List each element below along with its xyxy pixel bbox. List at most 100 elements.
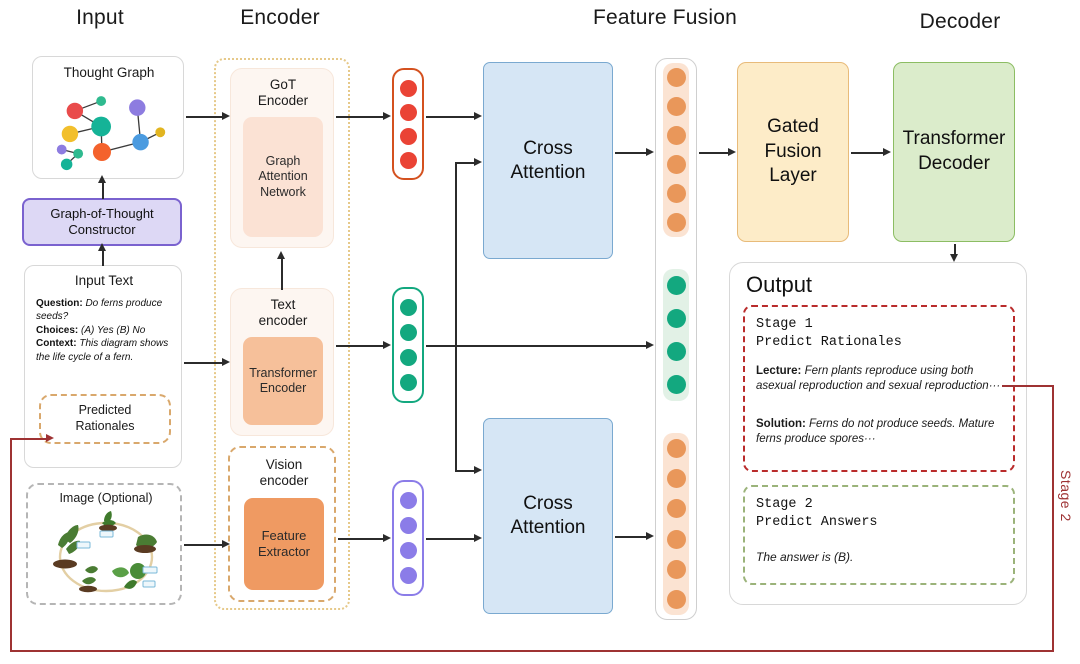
image-optional-title: Image (Optional): [59, 491, 153, 505]
arrowhead-right: [383, 340, 391, 349]
arrow-gotencoder-tokens: [336, 116, 386, 118]
fused-dot: [666, 276, 686, 295]
fused-dot: [666, 438, 686, 458]
arrowhead-right: [383, 111, 391, 120]
transformer-encoder: Transformer Encoder: [243, 337, 323, 425]
header-decoder: Decoder: [919, 10, 1001, 33]
token-dot: [399, 151, 417, 169]
arrow-visiontokens-ca-bottom: [426, 538, 476, 540]
arrowhead-right: [883, 147, 891, 156]
input-text-title: Input Text: [74, 273, 134, 288]
token-dot: [399, 542, 417, 559]
arrow-inputtext-textencoder: [184, 362, 224, 364]
token-dot: [399, 349, 417, 366]
fused-segment-got: [663, 63, 689, 237]
stage1-heading: Stage 1 Predict Rationales: [756, 317, 902, 351]
fused-token-column: [655, 58, 697, 620]
arrowhead-right: [222, 539, 230, 548]
fused-dot: [666, 375, 686, 394]
arrow-texttokens-fusion: [426, 345, 650, 347]
fused-dot: [666, 97, 686, 116]
vision-tokens: [392, 480, 424, 596]
arrow-textencoder-tokens: [336, 345, 386, 347]
question-label: Question:: [36, 298, 83, 309]
arrowhead-right: [222, 357, 230, 366]
fused-dot: [666, 529, 686, 549]
input-text-body: Question: Do ferns produce seeds? Choice…: [36, 297, 174, 364]
vision-encoder-title: Vision encoder: [259, 457, 309, 489]
fused-dot: [666, 559, 686, 579]
context-label: Context:: [36, 338, 77, 350]
text-encoder-title: Text encoder: [258, 297, 308, 329]
token-dot: [399, 79, 417, 97]
fused-dot: [666, 155, 686, 174]
stage2-heading: Stage 2 Predict Answers: [756, 497, 878, 531]
feedback-line-right: [1052, 385, 1054, 652]
arrowhead-right: [474, 465, 482, 474]
token-dot: [399, 324, 417, 341]
arrow-texttokens-downriser: [455, 345, 457, 470]
fused-dot: [666, 68, 686, 87]
vision-encoder-box: Vision encoder Feature Extractor: [228, 446, 336, 602]
fused-dot: [666, 342, 686, 361]
arrowhead-right: [728, 147, 736, 156]
graph-of-thought-constructor[interactable]: Graph-of-Thought Constructor: [22, 198, 182, 246]
header-feature-fusion: Feature Fusion: [592, 6, 738, 29]
thought-graph-svg: [56, 96, 166, 171]
arrowhead-right: [646, 340, 654, 349]
fused-dot: [666, 468, 686, 488]
arrow-texttokens-ca-top: [455, 162, 476, 164]
fused-segment-vision: [663, 433, 689, 615]
choices-value: (A) Yes (B) No: [78, 324, 146, 336]
arrow-texttokens-riser: [455, 162, 457, 346]
arrow-fusion-gfl: [699, 152, 731, 154]
stage2-answer: The answer is (B).: [756, 550, 853, 566]
arrowhead-right: [222, 111, 230, 120]
token-dot: [399, 374, 417, 391]
cross-attention-top[interactable]: Cross Attention: [483, 62, 613, 259]
feedback-line-to-rationales: [10, 438, 50, 440]
token-dot: [399, 127, 417, 145]
cross-attention-bottom[interactable]: Cross Attention: [483, 418, 613, 614]
arrow-visionencoder-tokens: [338, 538, 386, 540]
stage1-box: Stage 1 Predict Rationales Lecture: Fern…: [743, 305, 1015, 472]
token-dot: [399, 567, 417, 584]
got-tokens: [392, 68, 424, 180]
arrow-inputtext-constructor: [102, 250, 104, 266]
feedback-arrowhead: [46, 433, 54, 442]
feedback-line-bottom: [10, 650, 1054, 652]
arrowhead-right: [474, 157, 482, 166]
fused-dot: [666, 184, 686, 203]
fused-dot: [666, 590, 686, 610]
fused-dot: [666, 213, 686, 232]
fused-dot: [666, 126, 686, 145]
output-title: Output: [746, 272, 813, 297]
transformer-decoder[interactable]: Transformer Decoder: [893, 62, 1015, 242]
choices-label: Choices:: [36, 324, 79, 336]
text-encoder-box: Text encoder Transformer Encoder: [230, 288, 334, 436]
arrow-textencoder-gotencoder: [281, 258, 283, 290]
got-encoder-title: GoT Encoder: [257, 77, 309, 109]
fused-segment-text: [663, 269, 689, 401]
fused-dot: [666, 309, 686, 328]
solution-label: Solution:: [756, 418, 806, 430]
got-encoder-box: GoT Encoder Graph Attention Network: [230, 68, 334, 248]
arrow-image-visionencoder: [184, 544, 224, 546]
feedback-line-from-output: [1002, 385, 1054, 387]
thought-graph-title: Thought Graph: [63, 65, 155, 80]
gated-fusion-layer[interactable]: Gated Fusion Layer: [737, 62, 849, 242]
feedback-line-left: [10, 438, 12, 651]
header-encoder: Encoder: [240, 6, 320, 29]
output-card: Output Stage 1 Predict Rationales Lectur…: [729, 262, 1027, 605]
stage1-solution: Solution: Ferns do not produce seeds. Ma…: [756, 417, 1004, 447]
arrow-gfl-decoder: [851, 152, 885, 154]
arrow-gottokens-ca-top: [426, 116, 476, 118]
graph-attention-network: Graph Attention Network: [243, 117, 323, 237]
fern-life-cycle-illustration: [53, 511, 158, 593]
text-tokens: [392, 287, 424, 403]
predicted-rationales-box: Predicted Rationales: [39, 394, 171, 444]
arrowhead-down: [949, 254, 958, 262]
stage1-lecture: Lecture: Fern plants reproduce using bot…: [756, 364, 1004, 394]
thought-graph-card: Thought Graph: [32, 56, 184, 179]
token-dot: [399, 517, 417, 534]
